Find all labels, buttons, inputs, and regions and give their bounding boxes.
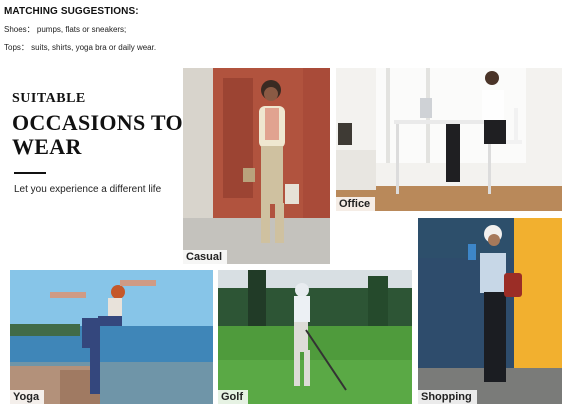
tagline: Let you experience a different life: [14, 184, 162, 195]
occasions-title-line1: OCCASIONS TO: [12, 110, 183, 135]
golf-caption: Golf: [218, 390, 248, 404]
occasions-title-line2: WEAR: [12, 134, 82, 159]
suitable-label: SUITABLE: [12, 91, 86, 106]
yoga-photo: Yoga: [10, 270, 213, 404]
title-divider: [14, 172, 46, 174]
casual-photo: Casual: [183, 68, 330, 264]
casual-caption: Casual: [183, 250, 228, 264]
shopping-caption: Shopping: [418, 390, 477, 404]
occasions-title: OCCASIONS TO WEAR: [12, 111, 192, 159]
suggestions-heading: MATCHING SUGGESTIONS:: [4, 6, 139, 17]
shopping-photo: Shopping: [418, 218, 562, 404]
office-photo: Office: [336, 68, 562, 211]
yoga-caption: Yoga: [10, 390, 45, 404]
tops-suggestion: Tops： suits, shirts, yoga bra or daily w…: [4, 43, 157, 52]
shoes-suggestion: Shoes： pumps, flats or sneakers;: [4, 25, 127, 34]
office-caption: Office: [336, 197, 376, 211]
golf-photo: Golf: [218, 270, 412, 404]
